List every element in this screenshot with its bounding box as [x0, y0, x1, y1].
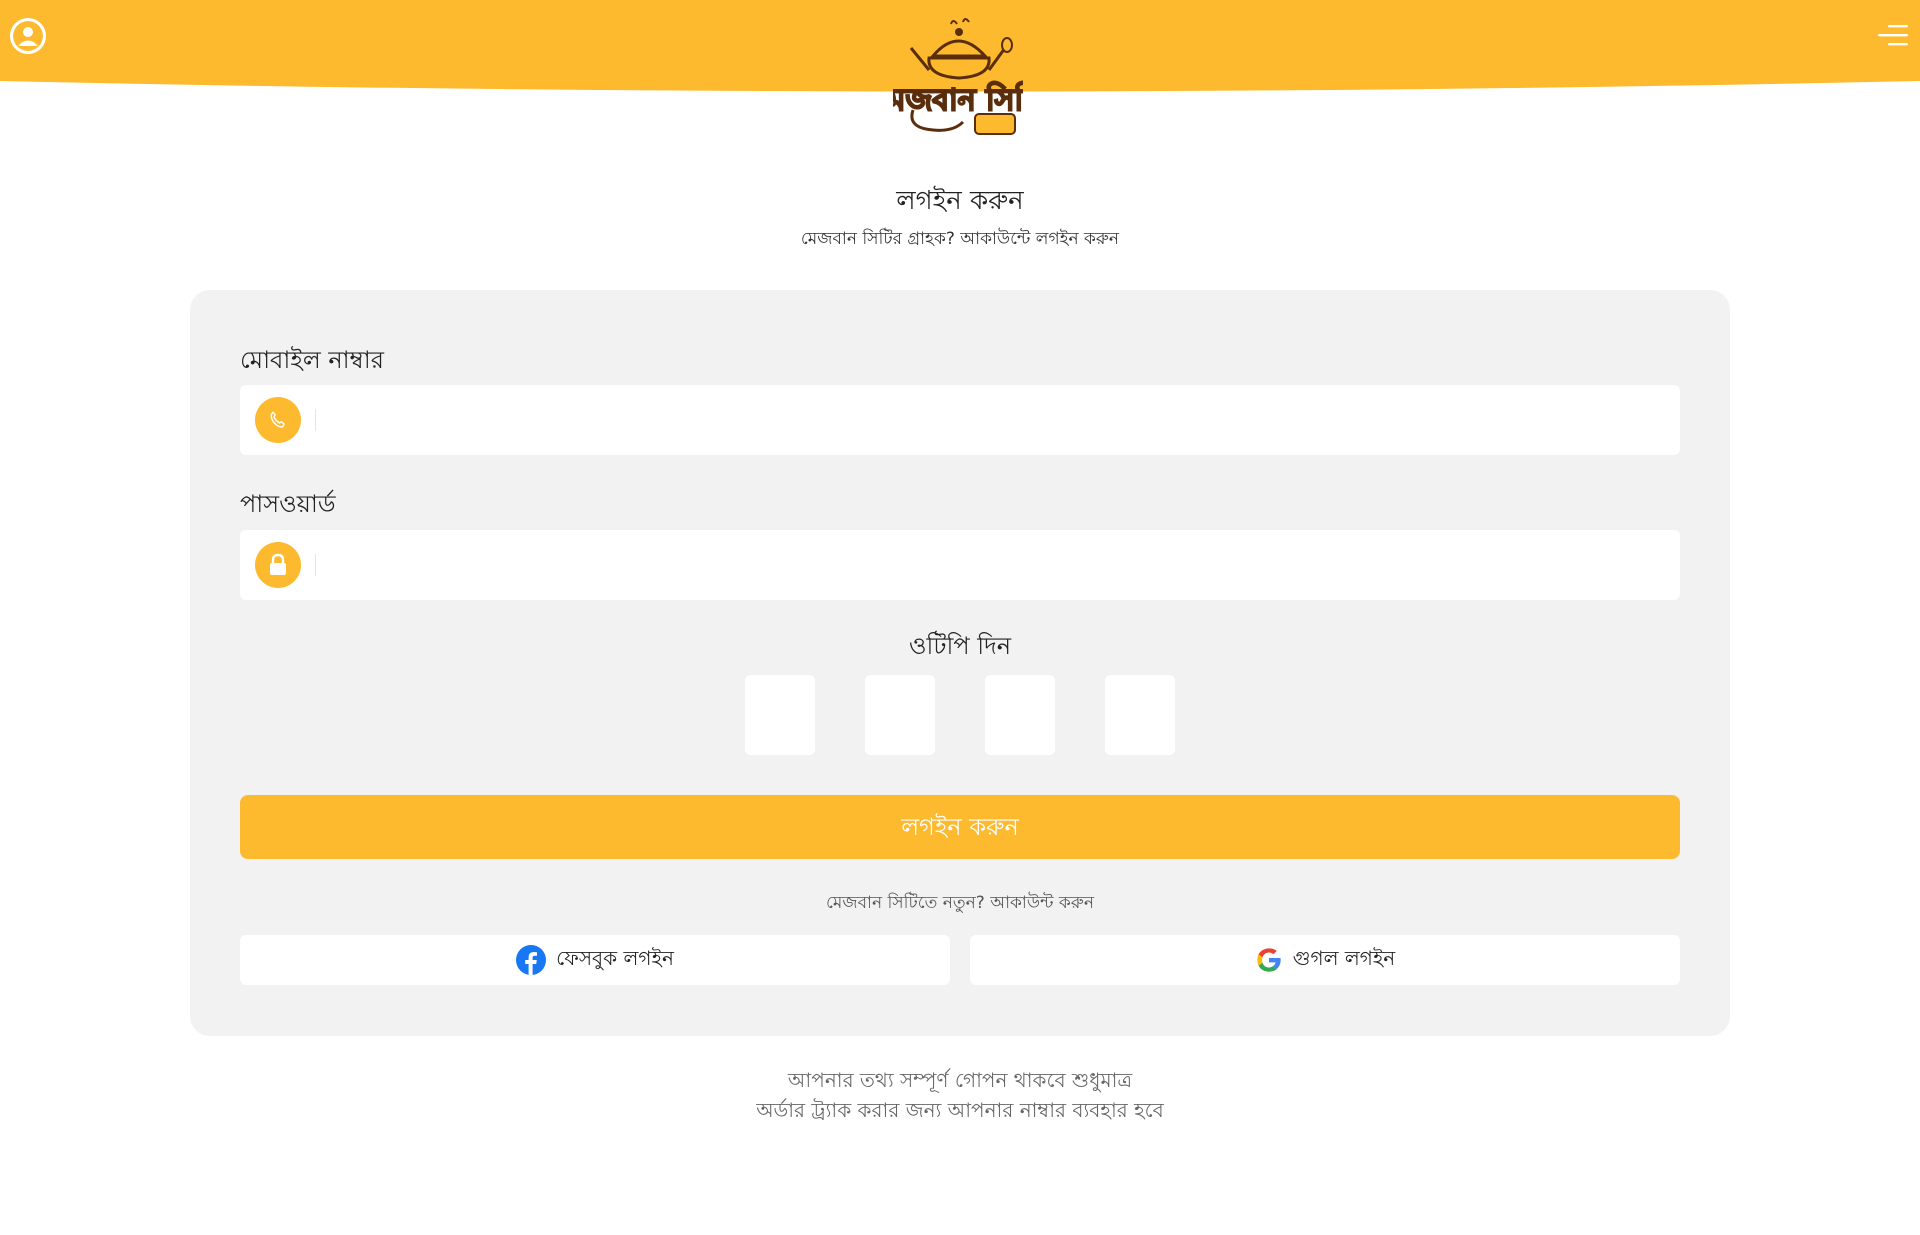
hamburger-menu-button[interactable] — [1878, 22, 1908, 50]
privacy-note-line-2: অর্ডার ট্র্যাক করার জন্য আপনার নাম্বার ব… — [756, 1098, 1164, 1122]
password-input-divider — [315, 554, 316, 576]
facebook-login-button[interactable]: ফেসবুক লগইন — [240, 935, 950, 985]
lock-icon — [255, 542, 301, 588]
brand-logo[interactable]: মেজবান সিটি — [876, 18, 1042, 140]
password-field — [240, 530, 1680, 600]
password-input[interactable] — [322, 530, 1662, 600]
phone-icon — [255, 397, 301, 443]
mobile-input-divider — [315, 409, 316, 431]
page-title: লগইন করুন — [896, 186, 1024, 216]
user-avatar-icon — [13, 21, 43, 51]
password-field-label: পাসওয়ার্ড — [240, 490, 336, 518]
hamburger-menu-icon — [1878, 25, 1908, 46]
otp-digit-4[interactable] — [1105, 675, 1175, 755]
otp-label: ওটিপি দিন — [908, 632, 1012, 660]
mobile-field — [240, 385, 1680, 455]
register-link[interactable]: মেজবান সিটিতে নতুন? আকাউন্ট করুন — [190, 890, 1730, 918]
google-login-button[interactable]: গুগল লগইন — [970, 935, 1680, 985]
mobile-input[interactable] — [322, 385, 1662, 455]
privacy-note-line-1: আপনার তথ্য সম্পূর্ণ গোপন থাকবে শুধুমাত্র — [787, 1068, 1133, 1092]
google-icon — [1257, 948, 1281, 972]
login-submit-button[interactable]: লগইন করুন — [240, 795, 1680, 859]
facebook-icon — [516, 945, 547, 975]
login-card: মোবাইল নাম্বার পাসওয়ার্ড ওটিপি দিন লগইন… — [190, 290, 1730, 1036]
facebook-login-label: ফেসবুক লগইন — [556, 945, 674, 970]
otp-digit-3[interactable] — [985, 675, 1055, 755]
otp-digit-1[interactable] — [745, 675, 815, 755]
google-login-label: গুগল লগইন — [1292, 945, 1396, 970]
user-avatar-button[interactable] — [10, 18, 46, 54]
page-subtitle: মেজবান সিটির গ্রাহক? আকাউন্টে লগইন করুন — [800, 229, 1120, 249]
mobile-field-label: মোবাইল নাম্বার — [240, 346, 384, 374]
otp-digit-2[interactable] — [865, 675, 935, 755]
